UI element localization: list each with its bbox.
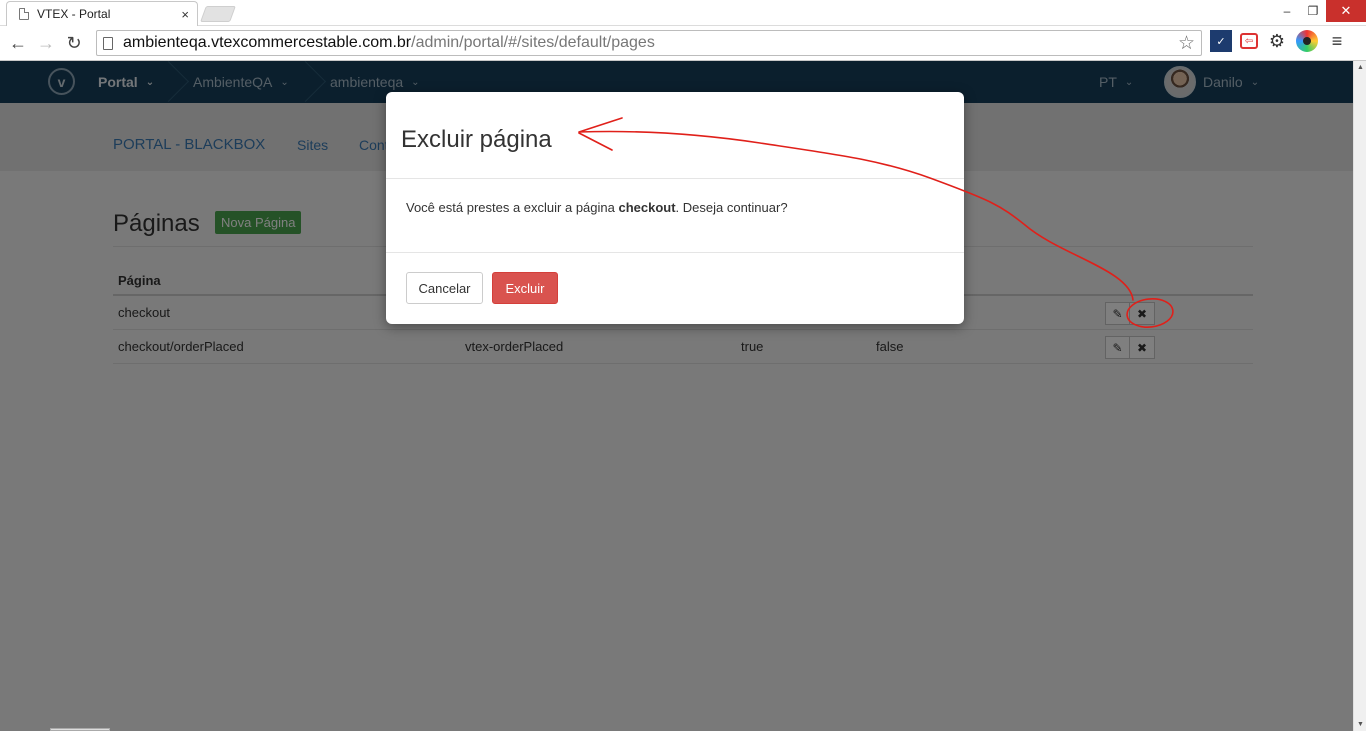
- extension-icon[interactable]: ⇦: [1240, 33, 1258, 49]
- modal-message: Você está prestes a excluir a página che…: [406, 200, 788, 215]
- menu-icon[interactable]: ≡: [1326, 30, 1348, 52]
- delete-page-modal: Excluir página Você está prestes a exclu…: [386, 92, 964, 324]
- new-tab-button[interactable]: [200, 6, 236, 22]
- address-bar[interactable]: ambienteqa.vtexcommercestable.com.br/adm…: [96, 30, 1202, 56]
- modal-title: Excluir página: [401, 126, 552, 153]
- gear-icon[interactable]: ⚙: [1266, 30, 1288, 52]
- message-text: . Deseja continuar?: [675, 200, 788, 215]
- cancel-button[interactable]: Cancelar: [406, 272, 483, 304]
- extension-icon[interactable]: ✓: [1210, 30, 1232, 52]
- forward-button[interactable]: →: [32, 29, 60, 57]
- back-button[interactable]: ←: [4, 29, 32, 57]
- close-window-button[interactable]: ✕: [1326, 0, 1366, 22]
- scroll-up-icon[interactable]: ▲: [1357, 64, 1364, 71]
- window-controls: – ❐ ✕: [1274, 0, 1366, 22]
- delete-button[interactable]: Excluir: [492, 272, 558, 304]
- tab-title: VTEX - Portal: [37, 7, 111, 21]
- page-name: checkout: [618, 200, 676, 215]
- page-icon: [103, 36, 113, 50]
- divider: [386, 252, 964, 253]
- extension-icons: ✓ ⇦ ⚙ ≡: [1210, 30, 1348, 52]
- url-path: /admin/portal/#/sites/default/pages: [411, 34, 655, 51]
- browser-toolbar: ← → ↻ ambienteqa.vtexcommercestable.com.…: [0, 26, 1366, 61]
- scroll-down-icon[interactable]: ▼: [1357, 721, 1364, 728]
- reload-button[interactable]: ↻: [60, 29, 88, 57]
- browser-tab[interactable]: VTEX - Portal ×: [6, 1, 198, 26]
- minimize-button[interactable]: –: [1274, 0, 1300, 22]
- message-text: Você está prestes a excluir a página: [406, 200, 619, 215]
- browser-tab-strip: VTEX - Portal × – ❐ ✕: [0, 0, 1366, 26]
- bookmark-star-icon[interactable]: ☆: [1178, 32, 1195, 55]
- tab-close-icon[interactable]: ×: [181, 7, 189, 22]
- url-host: ambienteqa.vtexcommercestable.com.br: [123, 34, 412, 51]
- scrollbar[interactable]: ▲ ▼: [1353, 61, 1366, 731]
- divider: [386, 178, 964, 179]
- extension-icon[interactable]: [1296, 30, 1318, 52]
- restore-button[interactable]: ❐: [1300, 0, 1326, 22]
- page-icon: [19, 8, 29, 20]
